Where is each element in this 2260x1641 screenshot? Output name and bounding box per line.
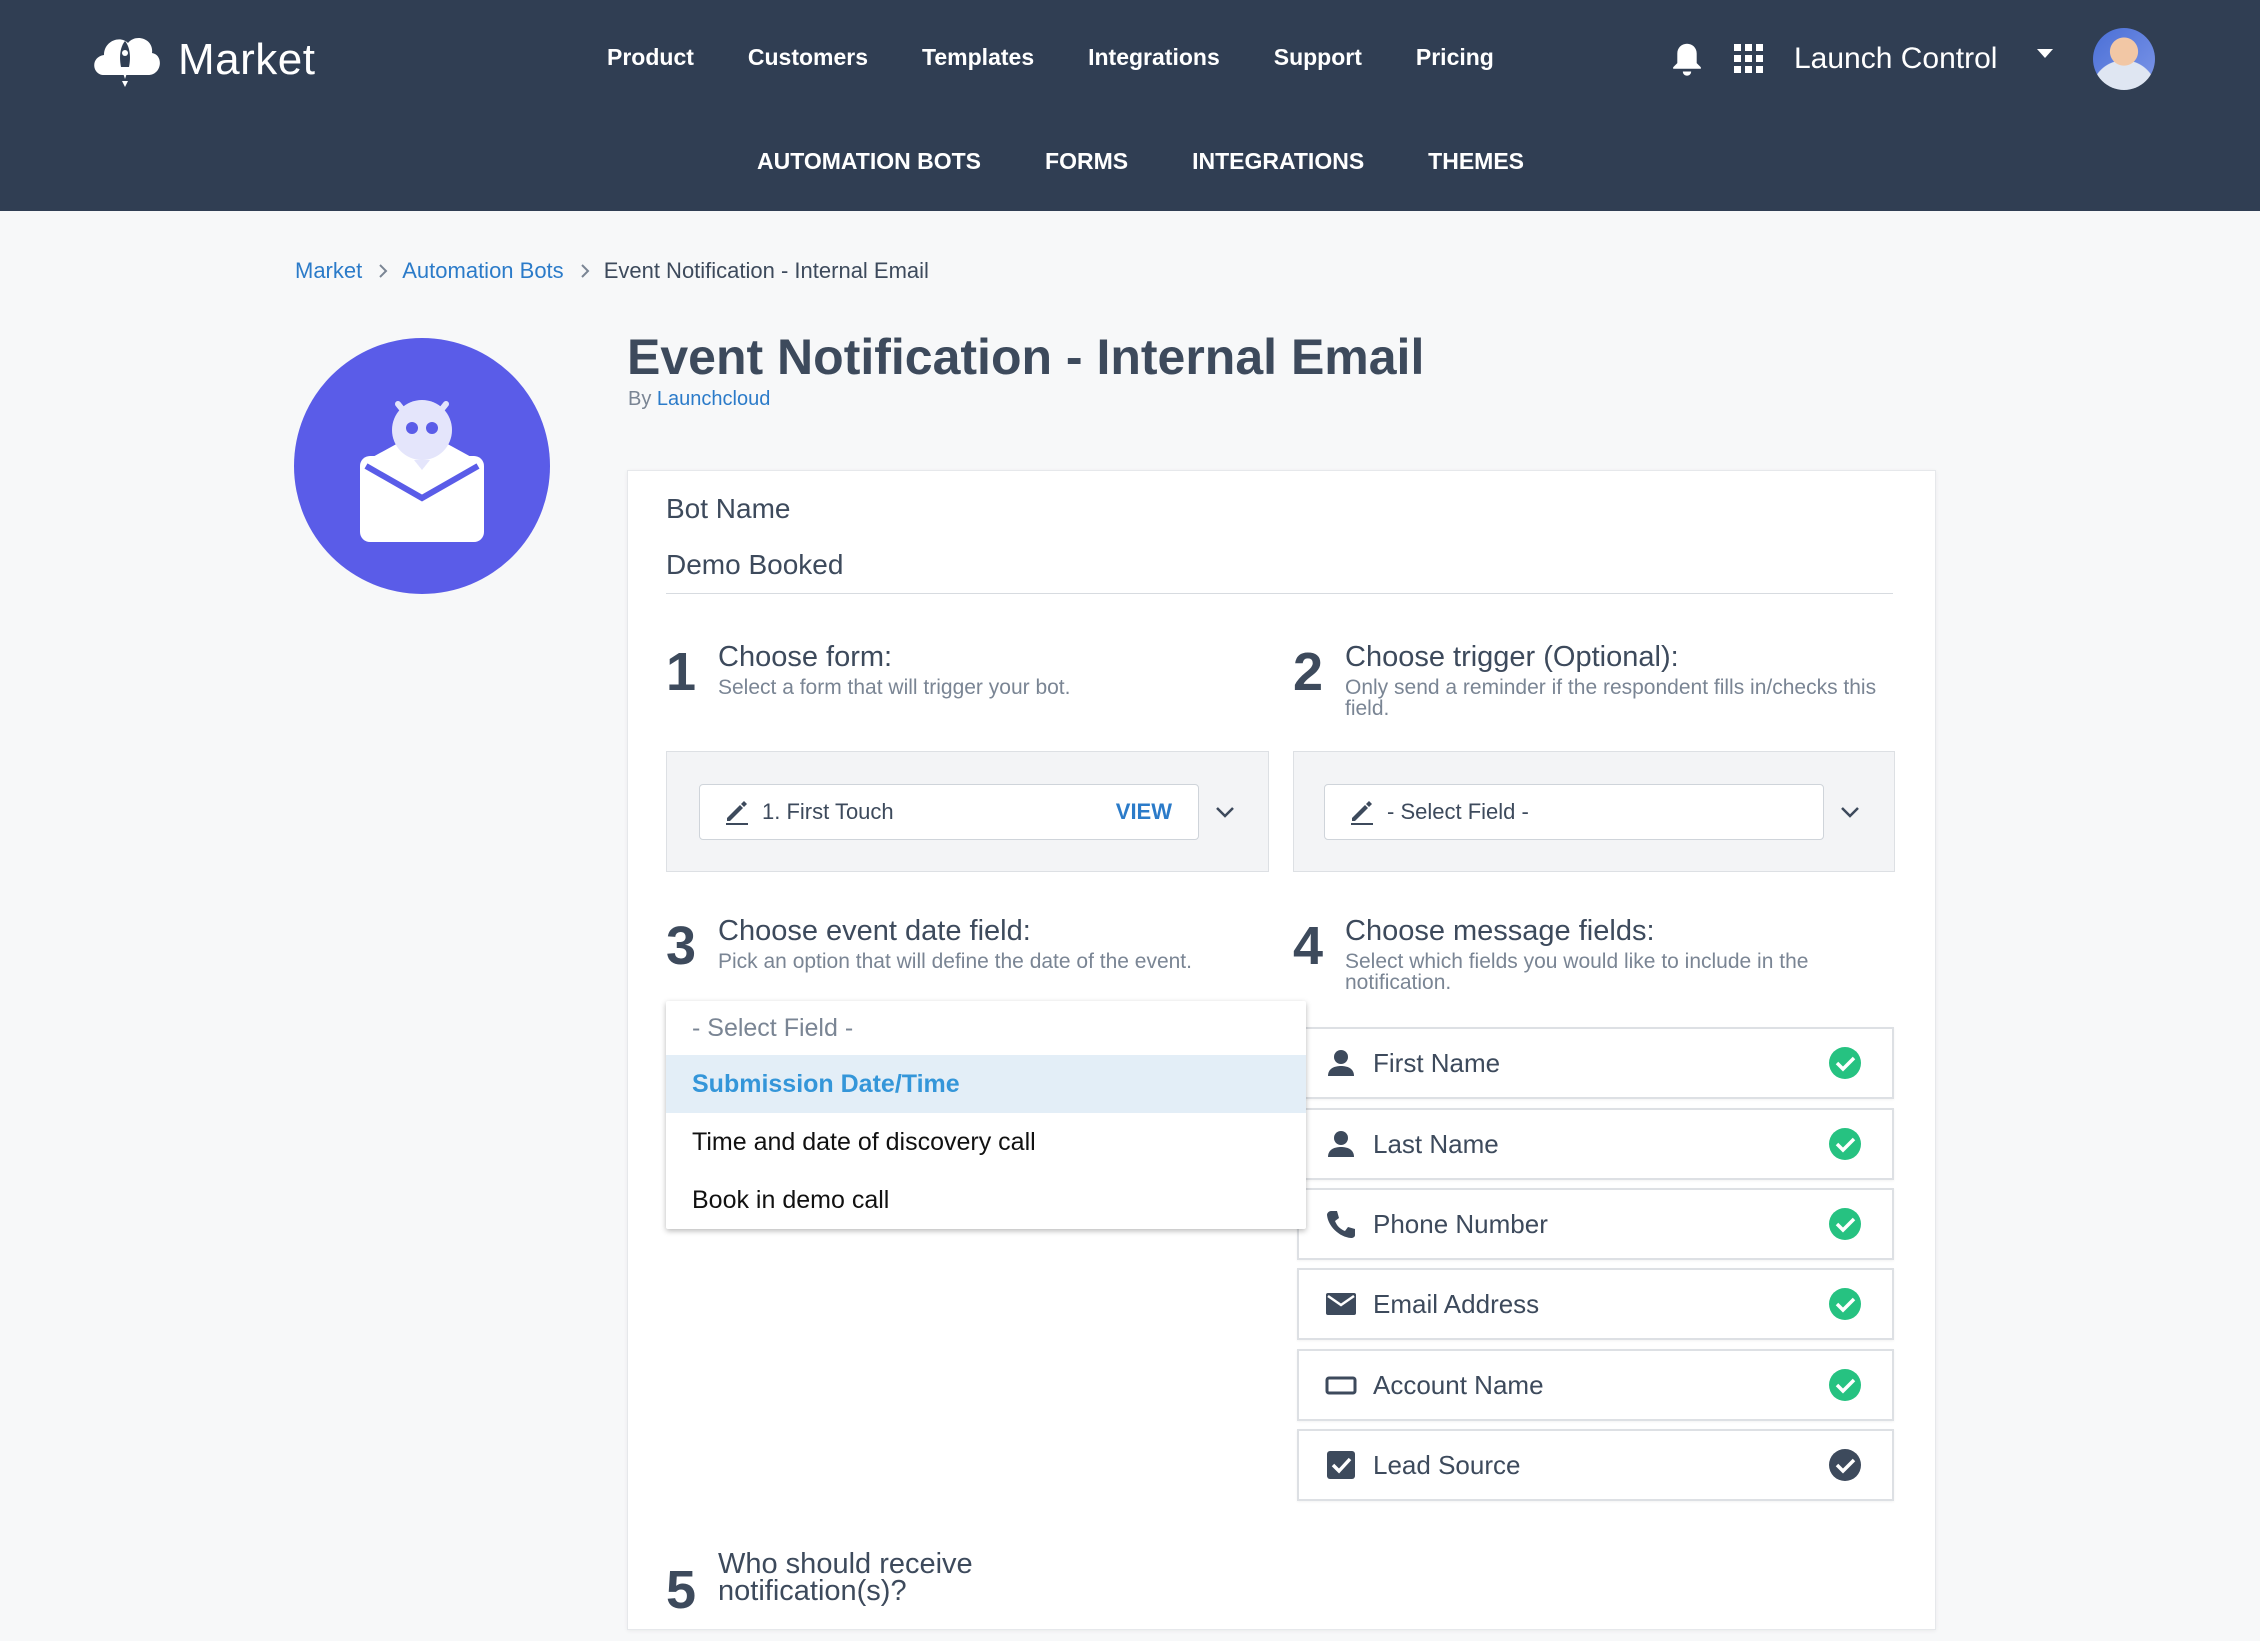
check-circle-icon[interactable] [1828, 1368, 1862, 1402]
step-description: Select a form that will trigger your bot… [718, 676, 1071, 699]
check-circle-icon[interactable] [1828, 1046, 1862, 1080]
sub-nav: AUTOMATION BOTS FORMS INTEGRATIONS THEME… [757, 148, 1588, 175]
check-circle-icon[interactable] [1828, 1448, 1862, 1482]
bot-config-card: Bot Name Demo Booked 1 Choose form: Sele… [627, 470, 1936, 1630]
workspace-name[interactable]: Launch Control [1794, 42, 1997, 76]
bell-icon[interactable] [1670, 41, 1704, 77]
form-select-panel: 1. First Touch VIEW [666, 751, 1269, 872]
breadcrumb: Market Automation Bots Event Notificatio… [295, 258, 929, 284]
field-label: Last Name [1373, 1128, 1499, 1159]
rocket-cloud-icon [94, 38, 160, 87]
breadcrumb-current: Event Notification - Internal Email [603, 258, 929, 283]
step-description: Select which fields you would like to in… [1345, 950, 1809, 994]
bot-envelope-icon [360, 400, 484, 542]
brand-name: Market [178, 35, 316, 84]
chevron-right-icon [580, 264, 590, 278]
dropdown-option-submission-date[interactable]: Submission Date/Time [666, 1055, 1306, 1113]
chevron-right-icon [379, 264, 388, 278]
form-select[interactable]: 1. First Touch VIEW [699, 784, 1199, 840]
bot-name-underline [666, 593, 1893, 594]
step-number: 4 [1293, 916, 1324, 976]
apps-grid-icon[interactable] [1734, 44, 1764, 74]
mail-icon [1326, 1293, 1356, 1315]
checkbox-icon [1327, 1451, 1355, 1479]
step-title: Choose event date field: [718, 915, 1031, 947]
message-field-email-address[interactable]: Email Address [1297, 1268, 1894, 1340]
breadcrumb-automation-bots[interactable]: Automation Bots [402, 258, 563, 284]
field-label: Account Name [1373, 1369, 1544, 1400]
step-2: 2 Choose trigger (Optional): Only send a… [1293, 641, 1893, 721]
step-5: 5 Who should receive notification(s)? [666, 1548, 1266, 1641]
step-description: Pick an option that will define the date… [718, 950, 1192, 973]
subnav-automation-bots[interactable]: AUTOMATION BOTS [757, 148, 981, 175]
step-title: Who should receive notification(s)? [718, 1548, 973, 1607]
author-byline: By Launchcloud [628, 388, 770, 411]
check-circle-icon[interactable] [1828, 1287, 1862, 1321]
step-3: 3 Choose event date field: Pick an optio… [666, 915, 1286, 995]
message-field-last-name[interactable]: Last Name [1297, 1108, 1894, 1180]
bot-avatar [294, 338, 550, 594]
check-circle-icon[interactable] [1828, 1127, 1862, 1161]
step-number: 5 [666, 1560, 697, 1620]
view-form-link[interactable]: VIEW [1116, 799, 1172, 825]
message-field-first-name[interactable]: First Name [1297, 1027, 1894, 1099]
person-icon [1328, 1050, 1354, 1076]
nav-integrations[interactable]: Integrations [1088, 44, 1220, 71]
bot-name-input[interactable]: Demo Booked [666, 549, 843, 581]
step-title: Choose form: [718, 641, 893, 673]
step-description: Only send a reminder if the respondent f… [1345, 676, 1877, 720]
nav-pricing[interactable]: Pricing [1416, 44, 1494, 71]
trigger-select-panel: - Select Field - [1293, 751, 1895, 872]
step-title: Choose message fields: [1345, 915, 1655, 947]
nav-customers[interactable]: Customers [748, 44, 868, 71]
breadcrumb-market[interactable]: Market [295, 258, 362, 284]
dropdown-option-discovery-call[interactable]: Time and date of discovery call [666, 1113, 1306, 1171]
nav-product[interactable]: Product [607, 44, 694, 71]
subnav-integrations[interactable]: INTEGRATIONS [1192, 148, 1364, 175]
dropdown-placeholder[interactable]: - Select Field - [666, 1001, 1306, 1055]
pencil-icon [1351, 801, 1373, 825]
form-select-value: 1. First Touch [762, 799, 894, 824]
bot-name-label: Bot Name [666, 493, 791, 524]
step-number: 2 [1293, 642, 1324, 702]
main-nav: Product Customers Templates Integrations… [607, 44, 1548, 71]
subnav-forms[interactable]: FORMS [1045, 148, 1128, 175]
pencil-icon [726, 801, 748, 825]
author-link[interactable]: Launchcloud [657, 388, 770, 410]
dropdown-option-demo-call[interactable]: Book in demo call [666, 1171, 1306, 1229]
step-number: 3 [666, 916, 697, 976]
person-icon [1328, 1131, 1354, 1157]
user-avatar[interactable] [2093, 28, 2156, 90]
phone-icon [1327, 1211, 1355, 1238]
field-label: First Name [1373, 1047, 1501, 1078]
trigger-select[interactable]: - Select Field - [1324, 784, 1824, 840]
field-label: Phone Number [1373, 1208, 1548, 1239]
step-number: 1 [666, 642, 697, 702]
message-field-lead-source[interactable]: Lead Source [1297, 1429, 1894, 1501]
event-date-dropdown[interactable]: - Select Field - Submission Date/Time Ti… [666, 1001, 1306, 1229]
nav-templates[interactable]: Templates [922, 44, 1034, 71]
brand-logo[interactable]: Market [88, 27, 315, 93]
input-box-icon [1325, 1376, 1357, 1395]
step-4: 4 Choose message fields: Select which fi… [1293, 915, 1893, 995]
message-field-phone-number[interactable]: Phone Number [1297, 1188, 1894, 1260]
field-label: Lead Source [1373, 1449, 1521, 1480]
byline-prefix: By [628, 388, 652, 410]
field-label: Email Address [1373, 1288, 1540, 1319]
subnav-themes[interactable]: THEMES [1428, 148, 1524, 175]
top-header: Market Product Customers Templates Integ… [0, 0, 2260, 211]
step-1: 1 Choose form: Select a form that will t… [666, 641, 1266, 721]
step-title: Choose trigger (Optional): [1345, 641, 1679, 673]
trigger-select-value: - Select Field - [1387, 799, 1529, 824]
page-title: Event Notification - Internal Email [627, 329, 1425, 385]
message-field-account-name[interactable]: Account Name [1297, 1349, 1894, 1421]
check-circle-icon[interactable] [1828, 1207, 1862, 1241]
nav-support[interactable]: Support [1274, 44, 1362, 71]
header-actions: Launch Control [1670, 28, 2156, 90]
caret-down-icon[interactable] [2037, 49, 2054, 59]
chevron-down-icon[interactable] [1215, 806, 1235, 818]
chevron-down-icon[interactable] [1840, 806, 1860, 818]
